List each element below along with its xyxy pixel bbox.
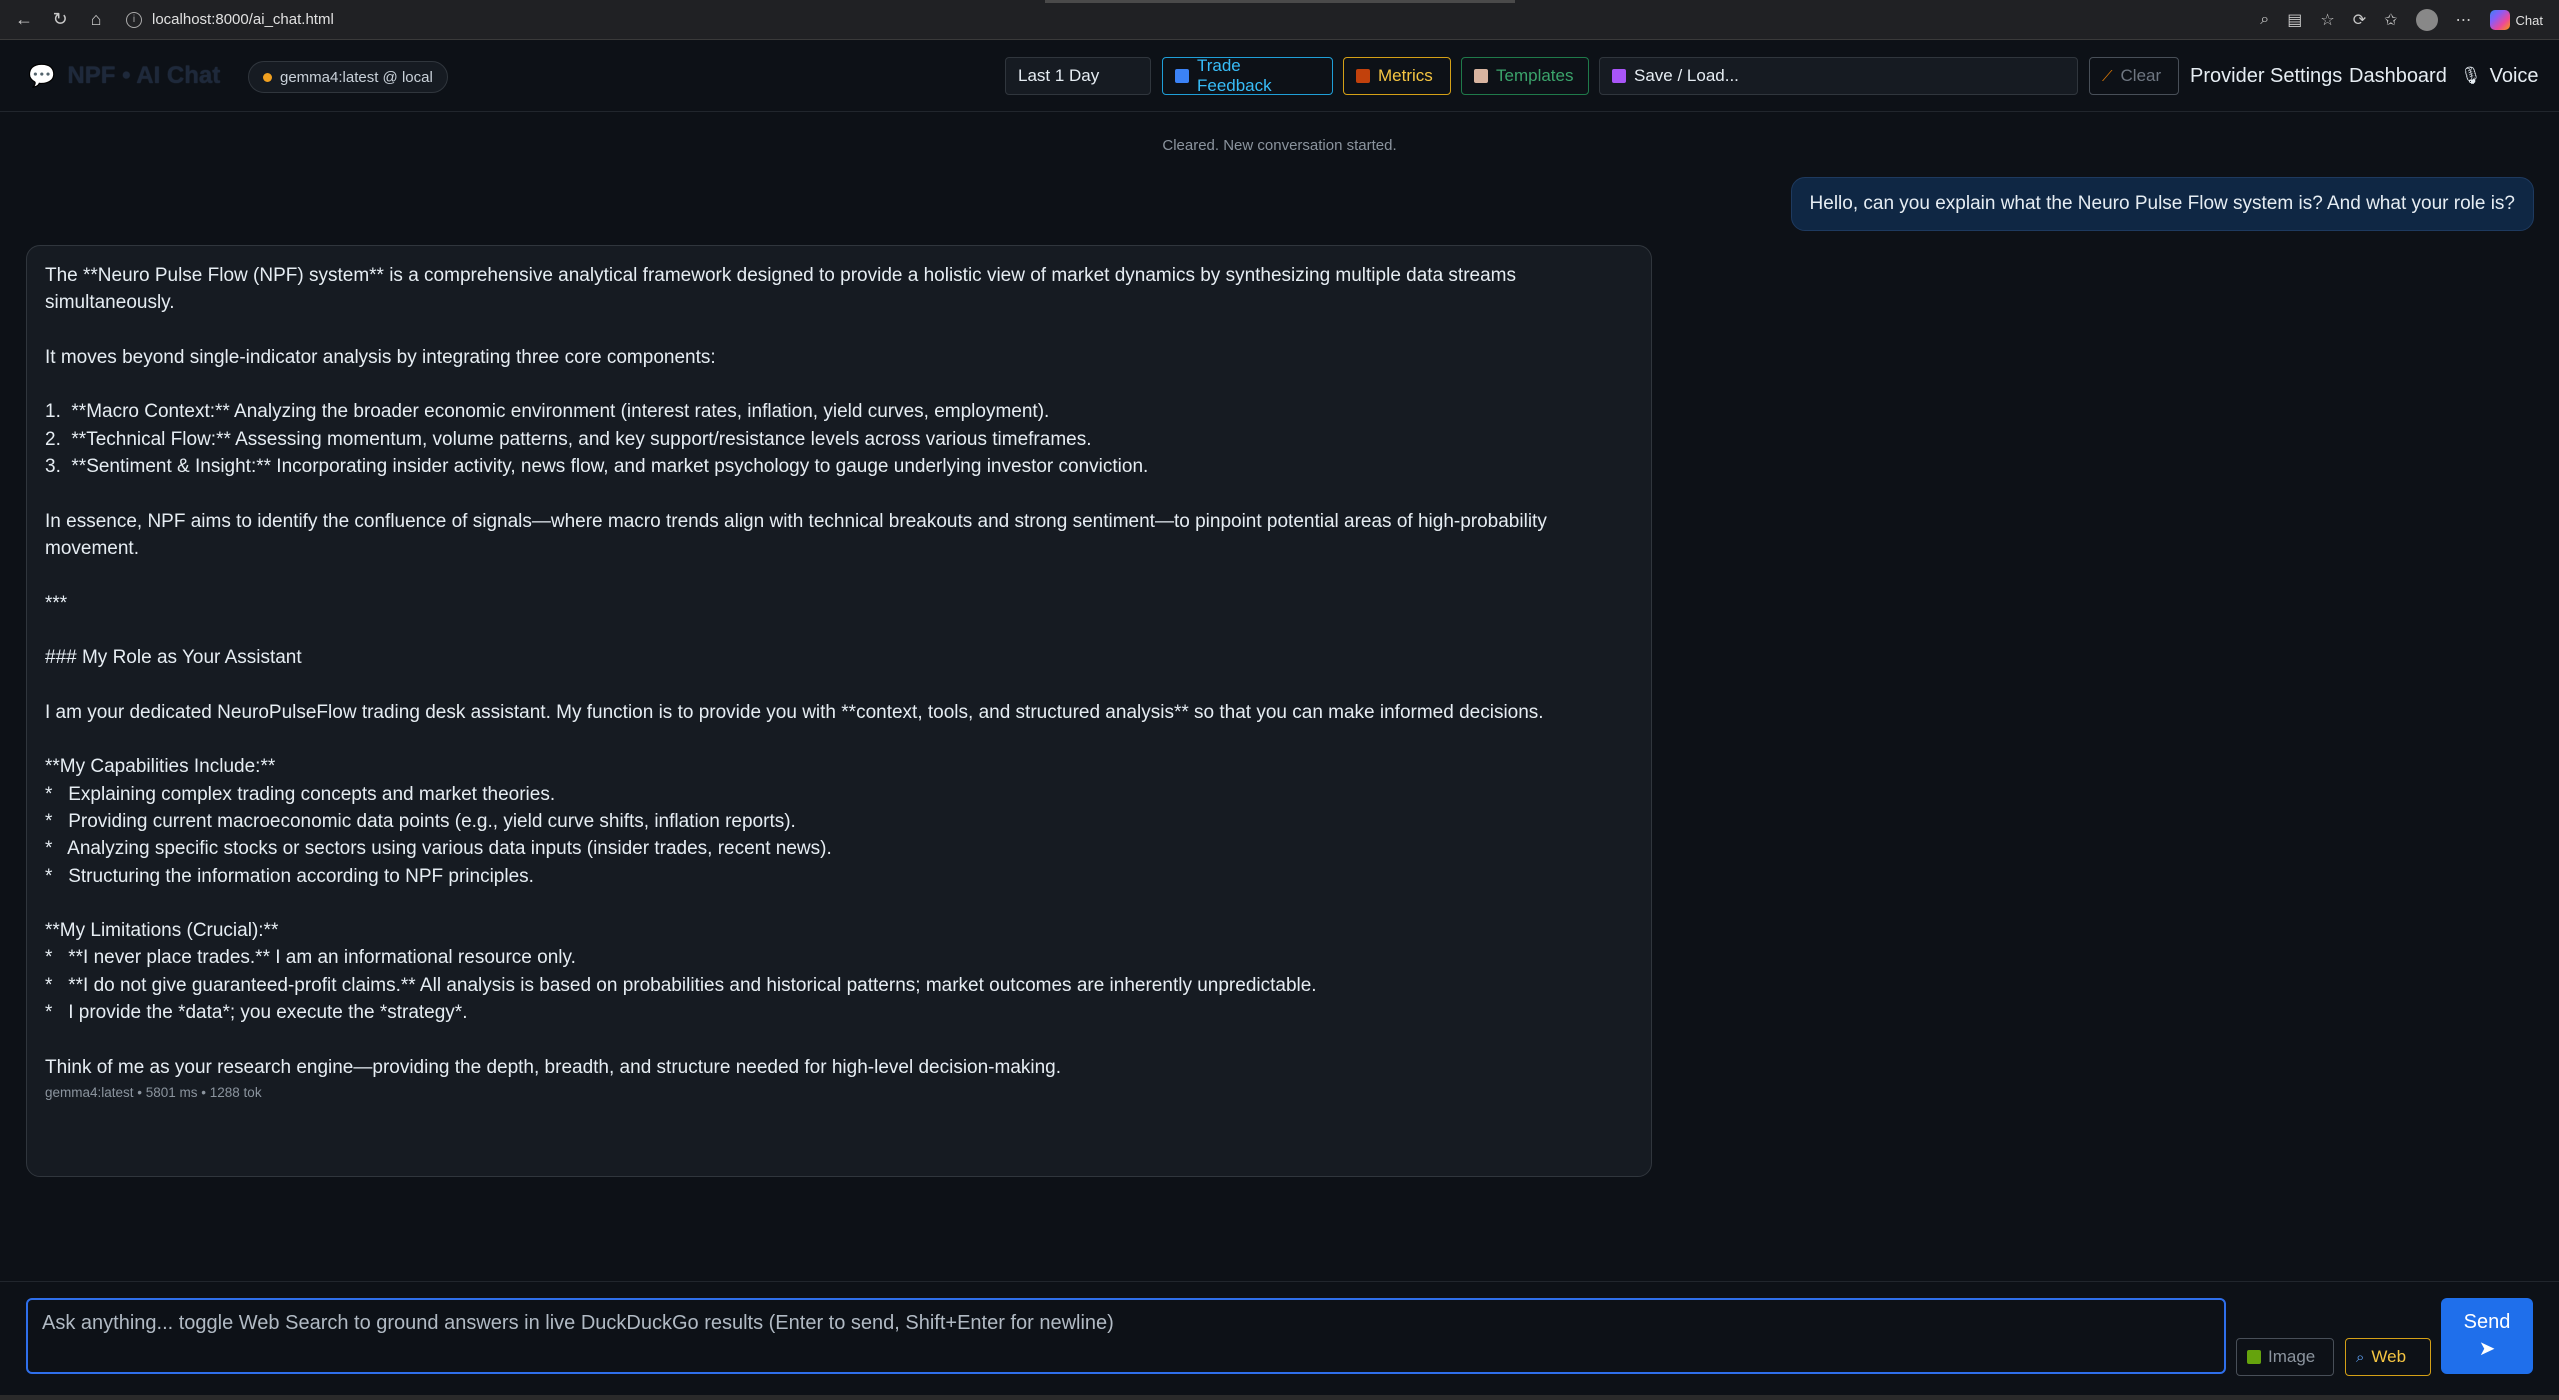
- image-upload-button[interactable]: Image: [2236, 1338, 2334, 1376]
- time-range-select[interactable]: Last 1 Day: [1005, 57, 1151, 95]
- trade-feedback-button[interactable]: Trade Feedback: [1162, 56, 1333, 95]
- window-bottom-edge: [0, 1395, 2559, 1400]
- save-load-select[interactable]: Save / Load...: [1599, 57, 2078, 95]
- voice-button[interactable]: 🎙 Voice: [2460, 57, 2539, 95]
- save-load-label: Save / Load...: [1634, 66, 1739, 85]
- profile-avatar[interactable]: [2415, 9, 2438, 31]
- image-icon: [2247, 1350, 2261, 1364]
- metrics-icon: [1356, 69, 1370, 83]
- assistant-message-meta: gemma4:latest • 5801 ms • 1288 tok: [45, 1084, 262, 1100]
- send-arrow-icon: ➤: [2478, 1338, 2496, 1360]
- app-header: 💬 NPF • AI Chat gemma4:latest @ local La…: [0, 40, 2559, 112]
- clear-label: Clear: [2120, 66, 2162, 85]
- favorite-icon[interactable]: ☆: [2320, 10, 2334, 30]
- dashboard-link[interactable]: Dashboard: [2349, 57, 2447, 95]
- broom-icon: ⟋: [2102, 67, 2113, 85]
- provider-settings-link[interactable]: Provider Settings: [2190, 57, 2342, 95]
- system-notice: Cleared. New conversation started.: [1162, 137, 1397, 154]
- back-icon[interactable]: ←: [10, 6, 38, 34]
- user-message-text: Hello, can you explain what the Neuro Pu…: [1809, 193, 2515, 214]
- extensions-icon[interactable]: ⟳: [2353, 10, 2366, 30]
- chat-transcript[interactable]: Cleared. New conversation started. Hello…: [0, 113, 2559, 1281]
- floppy-disk-icon: [1612, 69, 1626, 83]
- copilot-logo-icon: [2489, 10, 2510, 30]
- brand-title: NPF • AI Chat: [67, 62, 221, 89]
- web-label: Web: [2371, 1347, 2407, 1366]
- more-icon[interactable]: ⋯: [2456, 10, 2472, 30]
- chat-bubble-icon: 💬: [28, 63, 56, 88]
- user-message: Hello, can you explain what the Neuro Pu…: [1790, 177, 2534, 231]
- status-dot-icon: [263, 72, 272, 82]
- bar-chart-icon: [1175, 69, 1189, 83]
- copilot-chat-button[interactable]: Chat: [2489, 10, 2543, 30]
- time-range-value: Last 1 Day: [1018, 66, 1100, 85]
- metrics-button[interactable]: Metrics: [1343, 57, 1451, 95]
- tab-indicator: [1045, 0, 1515, 3]
- browser-toolbar: ← ↻ ⌂ i localhost:8000/ai_chat.html ⌕ ▤ …: [0, 0, 2559, 40]
- reader-icon[interactable]: ▤: [2287, 10, 2302, 30]
- templates-button[interactable]: Templates: [1461, 57, 1589, 95]
- microphone-icon: 🎙: [2460, 66, 2482, 85]
- assistant-message-text: The **Neuro Pulse Flow (NPF) system** is…: [45, 265, 1547, 1078]
- brand: 💬 NPF • AI Chat: [28, 40, 220, 112]
- home-icon[interactable]: ⌂: [82, 6, 110, 34]
- send-button[interactable]: Send ➤: [2441, 1298, 2533, 1374]
- address-bar[interactable]: i localhost:8000/ai_chat.html: [126, 11, 334, 28]
- templates-label: Templates: [1496, 66, 1574, 85]
- voice-label: Voice: [2489, 64, 2539, 87]
- site-info-icon[interactable]: i: [126, 11, 142, 28]
- send-label: Send: [2463, 1311, 2511, 1333]
- browser-actions: ⌕ ▤ ☆ ⟳ ✩ ⋯ Chat: [2260, 0, 2543, 40]
- copilot-chat-label: Chat: [2515, 12, 2543, 28]
- model-status-badge: gemma4:latest @ local: [248, 61, 448, 93]
- prompt-input[interactable]: [26, 1298, 2226, 1374]
- reload-icon[interactable]: ↻: [46, 6, 74, 34]
- magnifier-icon: ⌕: [2356, 1348, 2365, 1366]
- clear-button[interactable]: ⟋ Clear: [2089, 57, 2179, 95]
- metrics-label: Metrics: [1378, 66, 1433, 85]
- trade-feedback-label: Trade Feedback: [1196, 56, 1272, 95]
- url-text: localhost:8000/ai_chat.html: [152, 11, 334, 28]
- favorites-bar-icon[interactable]: ✩: [2384, 10, 2397, 30]
- assistant-message: The **Neuro Pulse Flow (NPF) system** is…: [26, 245, 1652, 1177]
- composer: Image ⌕ Web Send ➤: [0, 1281, 2559, 1400]
- zoom-icon[interactable]: ⌕: [2260, 11, 2269, 29]
- model-status-text: gemma4:latest @ local: [280, 68, 433, 86]
- clipboard-icon: [1474, 69, 1488, 83]
- web-search-toggle[interactable]: ⌕ Web: [2345, 1338, 2431, 1376]
- image-label: Image: [2268, 1347, 2316, 1366]
